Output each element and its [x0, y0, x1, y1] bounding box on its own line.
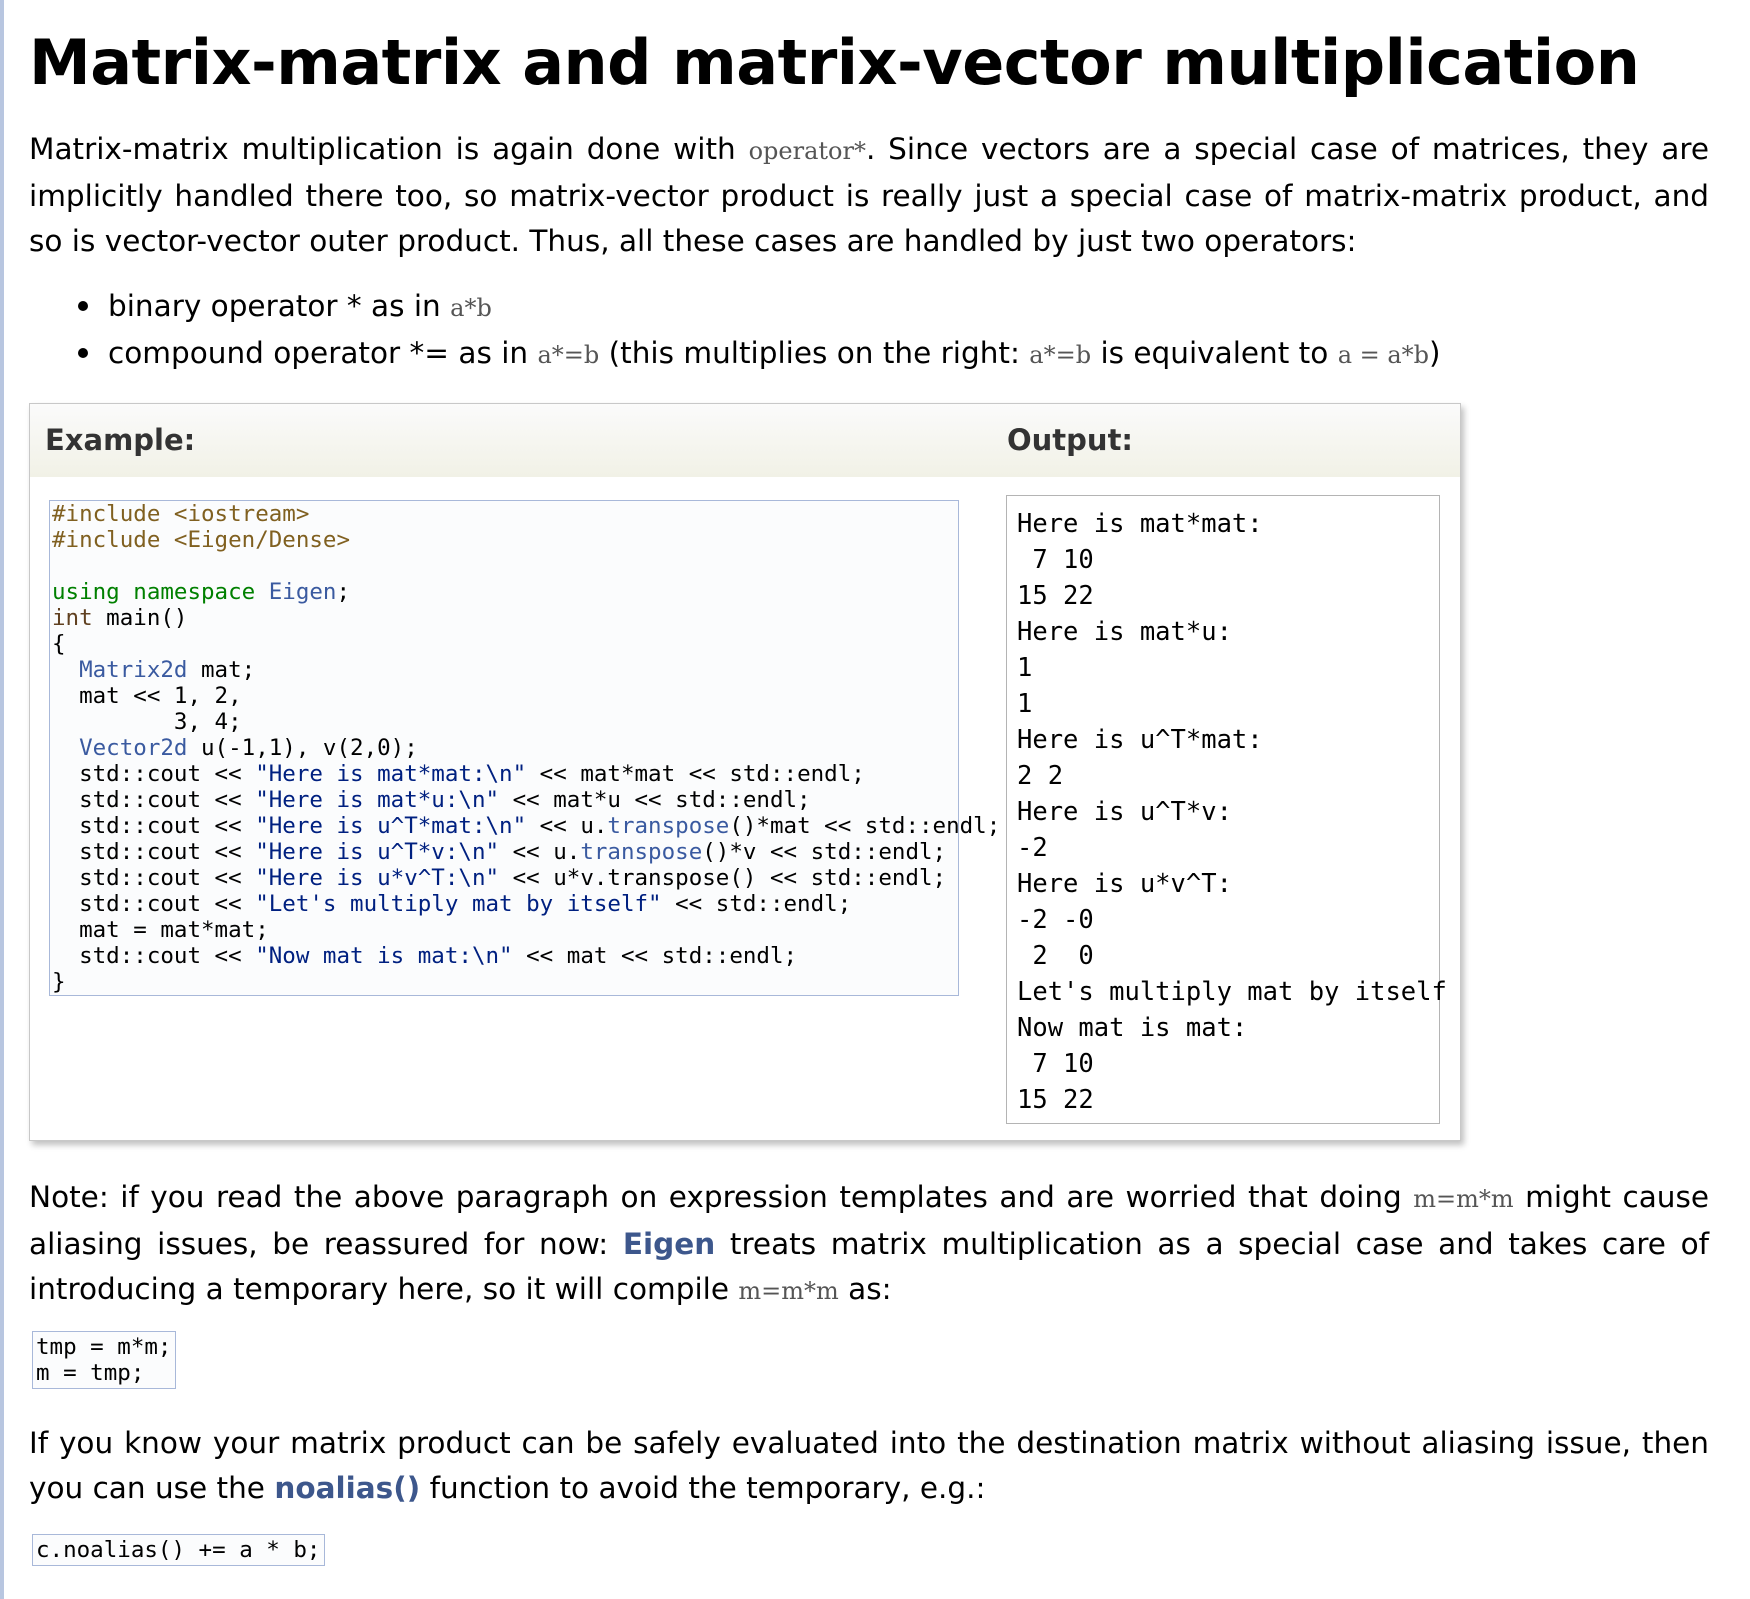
example-panel: Example: Output: #include <iostream> #in…: [29, 403, 1461, 1141]
code-snippet-noalias: c.noalias() += a * b;: [32, 1534, 326, 1566]
noalias-link[interactable]: noalias(): [274, 1471, 420, 1505]
list-item: compound operator *= as in a*=b (this mu…: [78, 331, 1441, 378]
example-header: Example: Output:: [30, 404, 1460, 477]
inline-code: m=m*m: [738, 1277, 839, 1305]
page-title: Matrix-matrix and matrix-vector multipli…: [29, 26, 1640, 99]
code-text: #include <iostream> #include <Eigen/Dens…: [52, 501, 1001, 995]
inline-code: operator*: [748, 137, 866, 165]
code-text: tmp = m*m; m = tmp;: [36, 1334, 172, 1386]
inline-code: a*b: [450, 294, 492, 322]
output-label: Output:: [1007, 423, 1134, 457]
noalias-paragraph: If you know your matrix product can be s…: [29, 1426, 1709, 1505]
note-paragraph: Note: if you read the above paragraph on…: [29, 1180, 1709, 1306]
output-block: Here is mat*mat: 7 10 15 22 Here is mat*…: [1006, 495, 1447, 1124]
output-text: Here is mat*mat: 7 10 15 22 Here is mat*…: [1017, 509, 1447, 1115]
intro-text: Matrix-matrix multiplication is again do…: [29, 132, 749, 166]
list-item: binary operator * as in a*b: [78, 284, 1441, 331]
example-label: Example:: [45, 423, 196, 457]
inline-code: a = a*b: [1337, 341, 1430, 369]
inline-code: m=m*m: [1413, 1185, 1514, 1213]
intro-paragraph: Matrix-matrix multiplication is again do…: [29, 127, 1709, 264]
inline-code: a*=b: [1029, 341, 1092, 369]
code-snippet-tmp: tmp = m*m; m = tmp;: [32, 1331, 177, 1389]
left-border: [0, 0, 4, 1599]
inline-code: a*=b: [537, 341, 600, 369]
code-block: #include <iostream> #include <Eigen/Dens…: [49, 500, 1001, 996]
code-text: c.noalias() += a * b;: [36, 1537, 321, 1563]
operator-list: binary operator * as in a*b compound ope…: [78, 284, 1441, 378]
eigen-link[interactable]: Eigen: [623, 1227, 715, 1261]
